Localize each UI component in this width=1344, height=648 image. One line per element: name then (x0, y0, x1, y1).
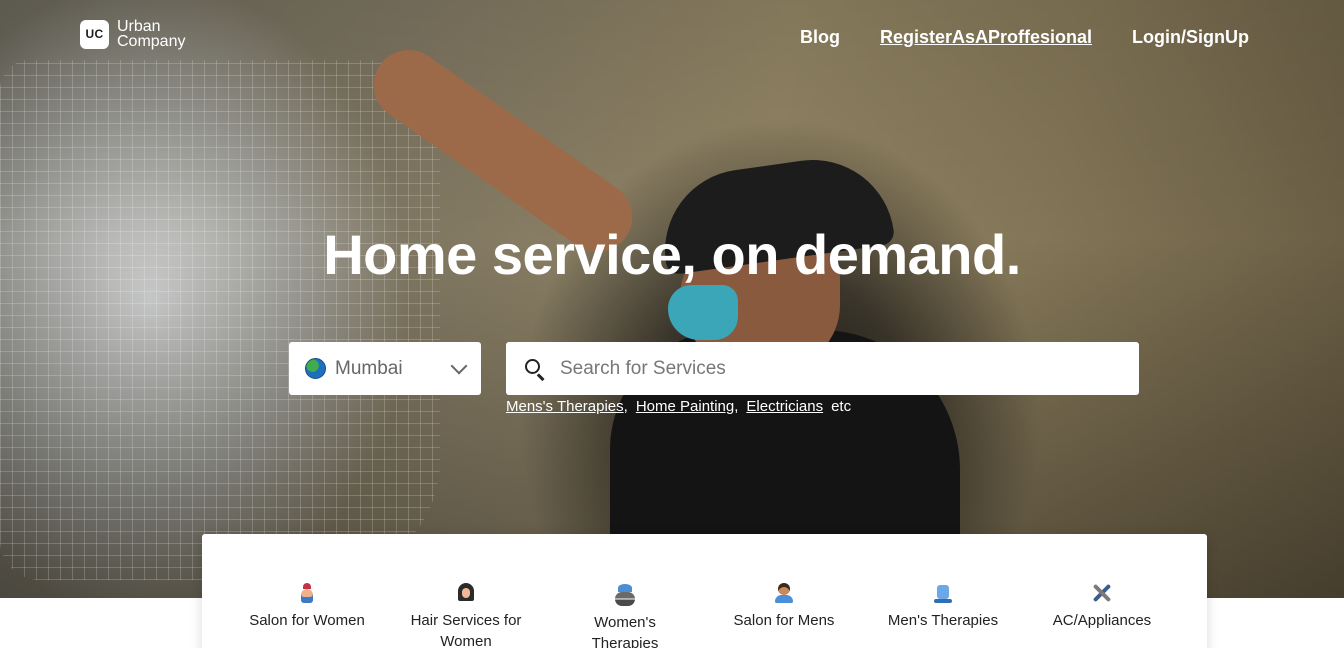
search-suggestions: Mens's Therapies, Home Painting, Electri… (506, 398, 852, 415)
service-ac-appliances[interactable]: AC/Appliances (1037, 582, 1167, 631)
service-label: Hair Services for Women (410, 612, 522, 648)
service-label: Women's Therapies (591, 614, 659, 648)
service-womens-therapies[interactable]: Women's Therapies (560, 584, 690, 648)
logo-mark: UC (80, 19, 109, 49)
mens-therapies-icon (934, 583, 952, 603)
suggestion-home-painting[interactable]: Home Painting (636, 398, 734, 415)
page-title: Home service, on demand. (323, 223, 1021, 286)
service-salon-for-women[interactable]: Salon for Women (242, 582, 372, 631)
search-icon (524, 358, 546, 381)
brand-name: Urban Company (117, 18, 186, 50)
service-hair-services-for-women[interactable]: Hair Services for Women (401, 582, 531, 648)
service-label: AC/Appliances (1052, 612, 1152, 629)
womens-therapies-icon (615, 584, 635, 606)
nav-login-signup-link[interactable]: Login/SignUp (1132, 27, 1249, 48)
city-dropdown[interactable]: Mumbai (289, 342, 481, 395)
globe-icon (305, 358, 326, 379)
services-card: Salon for Women Hair Services for Women … (202, 534, 1207, 648)
tools-icon (1091, 582, 1113, 604)
top-nav: Blog RegisterAsAProffesional Login/SignU… (800, 27, 1249, 48)
chevron-down-icon (450, 357, 468, 374)
suggestions-etc: etc (831, 398, 852, 415)
brand-name-line1: Urban (117, 18, 161, 35)
service-mens-therapies[interactable]: Men's Therapies (878, 582, 1008, 631)
nav-blog-link[interactable]: Blog (800, 27, 840, 48)
salon-women-icon (299, 583, 315, 603)
nav-register-professional-link[interactable]: RegisterAsAProffesional (880, 27, 1092, 48)
service-salon-for-mens[interactable]: Salon for Mens (719, 582, 849, 631)
city-value: Mumbai (335, 357, 403, 379)
service-label: Salon for Mens (733, 612, 835, 629)
suggestion-electricians[interactable]: Electricians (746, 398, 823, 415)
hair-services-icon (457, 583, 475, 603)
hero-banner (0, 0, 1344, 598)
hero-mask-image (668, 285, 738, 340)
brand-name-line2: Company (117, 33, 186, 50)
salon-men-icon (774, 583, 794, 603)
search-bar[interactable] (506, 342, 1139, 395)
search-input[interactable] (560, 357, 1121, 380)
suggestion-mens-therapies[interactable]: Mens's Therapies (506, 398, 624, 415)
service-label: Salon for Women (249, 612, 365, 629)
service-label: Men's Therapies (887, 612, 999, 629)
brand-logo[interactable]: UC Urban Company (80, 18, 186, 50)
hero-ac-unit-image (0, 60, 440, 580)
